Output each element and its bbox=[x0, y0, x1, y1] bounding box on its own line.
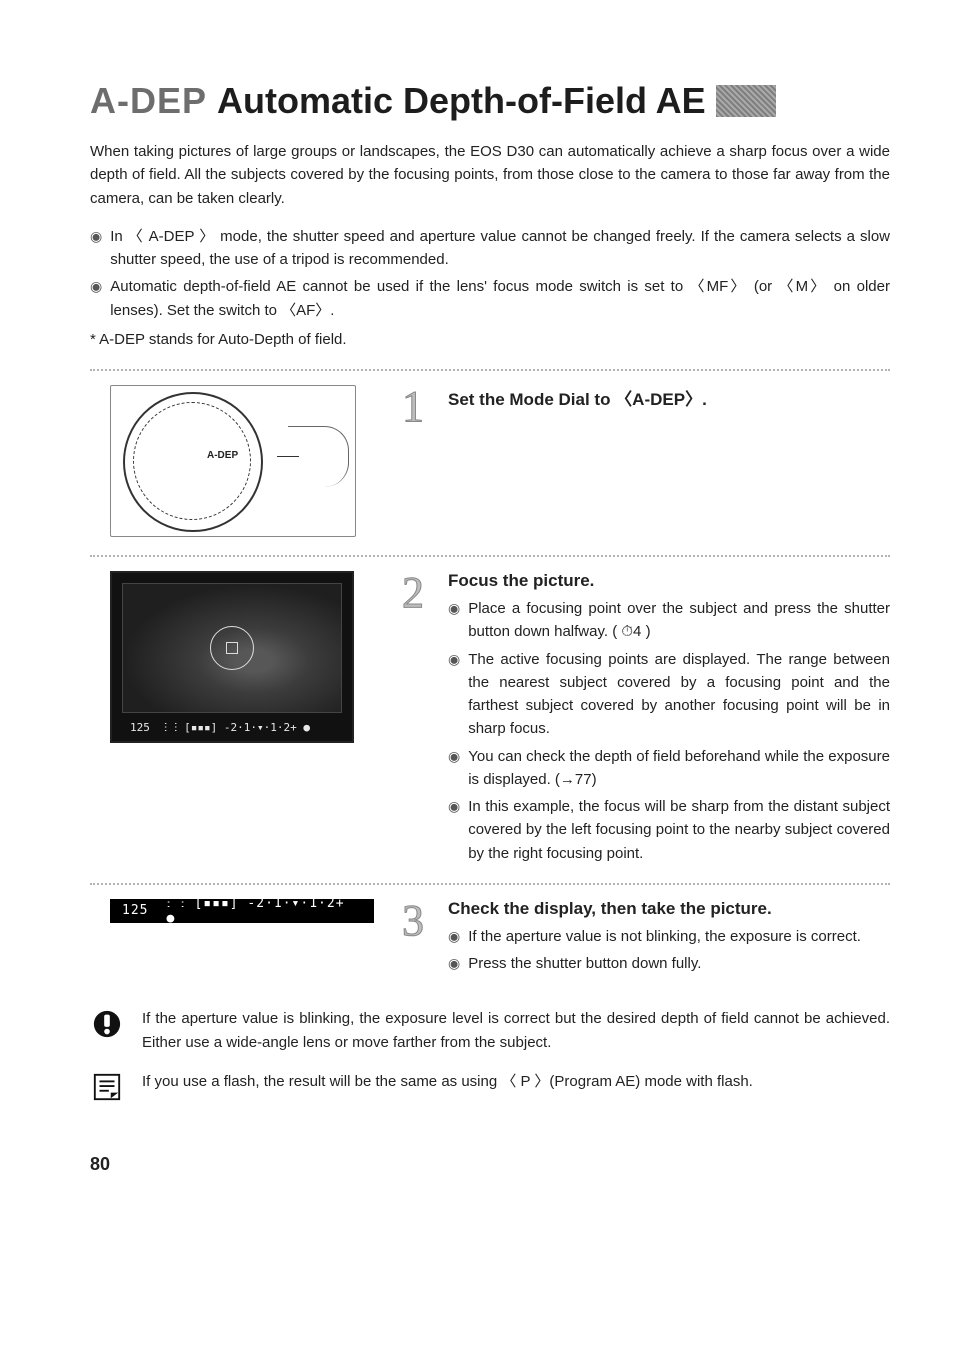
intro-paragraph: When taking pictures of large groups or … bbox=[90, 140, 890, 210]
bullet-icon: ◉ bbox=[448, 748, 460, 792]
warning-note: If the aperture value is blinking, the e… bbox=[90, 1007, 890, 1054]
info-icon bbox=[90, 1070, 124, 1104]
strip-readout: ⵗ ⵗ [▪▪▪] -2·1·▾·1·2+ ● bbox=[166, 896, 362, 926]
separator bbox=[90, 883, 890, 885]
info-text: If you use a flash, the result will be t… bbox=[142, 1070, 753, 1093]
step-3-b2: Press the shutter button down fully. bbox=[468, 952, 890, 975]
bullet-icon: ◉ bbox=[90, 228, 102, 245]
bullet-icon: ◉ bbox=[90, 278, 102, 295]
warning-text: If the aperture value is blinking, the e… bbox=[142, 1007, 890, 1054]
step-2-b3: You can check the depth of field beforeh… bbox=[468, 745, 890, 792]
title-main: Automatic Depth-of-Field AE bbox=[217, 80, 706, 122]
lcd-info-strip: 125 ⵗ ⵗ [▪▪▪] -2·1·▾·1·2+ ● bbox=[110, 899, 374, 923]
step-2-b1: Place a focusing point over the subject … bbox=[468, 597, 890, 644]
step-1-row: A-DEP 1 Set the Mode Dial to 〈A-DEP〉. bbox=[90, 385, 890, 537]
step-3-b1: If the aperture value is not blinking, t… bbox=[468, 925, 890, 948]
bullet-icon: ◉ bbox=[448, 798, 460, 865]
step-2-b2: The active focusing points are displayed… bbox=[468, 648, 890, 741]
step-number: 3 bbox=[394, 899, 432, 943]
step-1-title: Set the Mode Dial to 〈A-DEP〉. bbox=[448, 385, 890, 410]
dial-label: A-DEP bbox=[207, 450, 238, 461]
step-number: 1 bbox=[394, 385, 432, 429]
strip-shutter: 125 bbox=[122, 903, 148, 918]
bullet-icon: ◉ bbox=[448, 955, 460, 975]
intro-bullet-2: ◉ Automatic depth-of-field AE cannot be … bbox=[90, 275, 890, 322]
bullet-icon: ◉ bbox=[448, 600, 460, 644]
intro-bullet-text: Automatic depth-of-field AE cannot be us… bbox=[110, 275, 890, 322]
bullet-icon: ◉ bbox=[448, 651, 460, 741]
intro-bullet-1: ◉ In 〈 A-DEP 〉 mode, the shutter speed a… bbox=[90, 225, 890, 272]
title-accent-block bbox=[716, 85, 776, 117]
step-3-title: Check the display, then take the picture… bbox=[448, 899, 890, 919]
separator bbox=[90, 369, 890, 371]
bullet-icon: ◉ bbox=[448, 928, 460, 948]
info-note: If you use a flash, the result will be t… bbox=[90, 1070, 890, 1104]
warning-icon bbox=[90, 1007, 124, 1041]
intro-footnote: * A-DEP stands for Auto-Depth of field. bbox=[90, 328, 890, 351]
step-number: 2 bbox=[394, 571, 432, 615]
intro-bullet-text: In 〈 A-DEP 〉 mode, the shutter speed and… bbox=[110, 225, 890, 272]
page-number: 80 bbox=[90, 1154, 890, 1175]
viewfinder-diagram: 125 ⵗ ⵗ [▪▪▪] -2·1·▾·1·2+ ● bbox=[110, 571, 354, 743]
vf-readout: ⵗ ⵗ [▪▪▪] -2·1·▾·1·2+ ● bbox=[164, 721, 310, 734]
mode-dial-diagram: A-DEP bbox=[110, 385, 356, 537]
step-3-row: 125 ⵗ ⵗ [▪▪▪] -2·1·▾·1·2+ ● 3 Check the … bbox=[90, 899, 890, 976]
page-title: A-DEP Automatic Depth-of-Field AE bbox=[90, 80, 890, 122]
vf-shutter: 125 bbox=[130, 721, 150, 734]
title-prefix: A-DEP bbox=[90, 80, 207, 122]
step-2-row: 125 ⵗ ⵗ [▪▪▪] -2·1·▾·1·2+ ● 2 Focus the … bbox=[90, 571, 890, 865]
separator bbox=[90, 555, 890, 557]
step-2-b4: In this example, the focus will be sharp… bbox=[468, 795, 890, 865]
step-2-title: Focus the picture. bbox=[448, 571, 890, 591]
